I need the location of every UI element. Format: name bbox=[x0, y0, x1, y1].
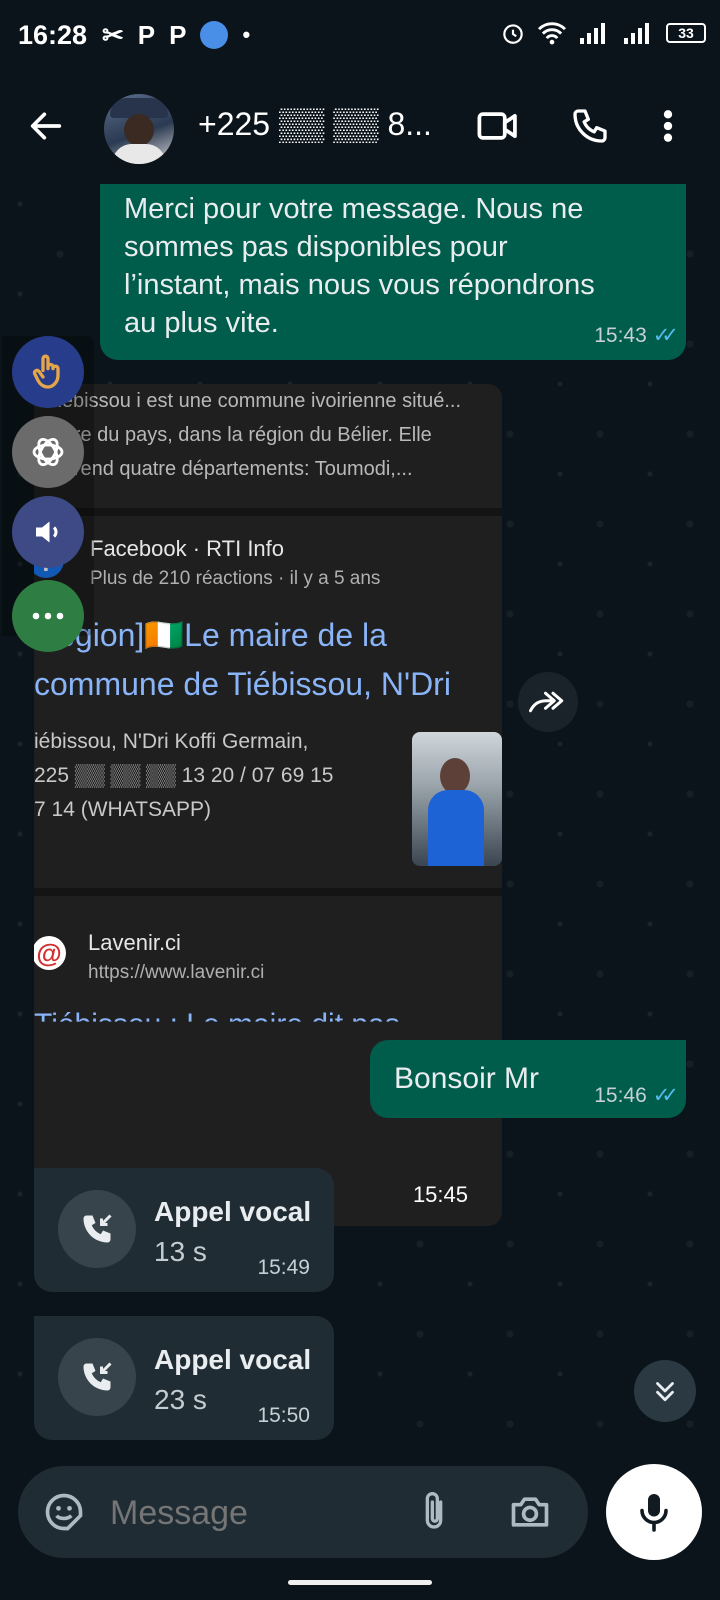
more-notifications-dot: • bbox=[242, 22, 251, 47]
call-log-message-2[interactable]: Appel vocal 23 s 15:50 bbox=[34, 1316, 334, 1440]
message-time: 15:43 bbox=[594, 324, 647, 347]
back-button[interactable] bbox=[26, 106, 66, 151]
incoming-call-icon bbox=[83, 1362, 112, 1391]
source-name: Facebook · RTI Info bbox=[90, 536, 285, 561]
message-auto-reply[interactable]: Merci pour votre message. Nous ne sommes… bbox=[100, 184, 686, 360]
more-tools-button[interactable] bbox=[12, 580, 84, 652]
battery-indicator: 33 bbox=[666, 23, 706, 43]
parking-app-icon-2: P bbox=[169, 20, 187, 50]
headline-line-2: commune de Tiébissou, N'Dri bbox=[34, 666, 451, 702]
camera-button[interactable] bbox=[508, 1490, 552, 1539]
source-meta: Plus de 210 réactions · il y a 5 ans bbox=[90, 568, 381, 589]
message-input[interactable] bbox=[108, 1486, 392, 1540]
openai-icon bbox=[32, 437, 64, 467]
message-time: 15:45 bbox=[412, 1182, 468, 1207]
status-bar: 16:28 ✂ P P • 33 bbox=[0, 0, 720, 72]
hand-pointer-icon bbox=[32, 354, 60, 389]
phone-icon bbox=[573, 109, 607, 143]
microphone-icon bbox=[640, 1494, 668, 1532]
home-gesture-handle[interactable] bbox=[288, 1580, 432, 1585]
overflow-menu-button[interactable] bbox=[660, 106, 676, 151]
parking-app-icon: P bbox=[137, 20, 156, 50]
incoming-call-icon bbox=[83, 1214, 112, 1243]
arrow-left-icon bbox=[30, 112, 62, 140]
speaker-icon bbox=[36, 521, 58, 543]
call-title: Appel vocal bbox=[154, 1344, 312, 1375]
shared-image-snippet: Tiébissou i est une commune ivoirienne s… bbox=[46, 390, 462, 480]
missed-call-icon: ✂ bbox=[102, 20, 124, 50]
message-time: 15:49 bbox=[257, 1256, 310, 1279]
call-duration: 13 s bbox=[154, 1236, 207, 1267]
message-text: Bonsoir Mr bbox=[394, 1062, 540, 1095]
status-system-icons: 33 bbox=[500, 20, 706, 46]
call-log-message[interactable]: Appel vocal 13 s 15:49 bbox=[34, 1168, 334, 1292]
chat-area[interactable]: Merci pour votre message. Nous ne sommes… bbox=[0, 184, 720, 1460]
cut-headline: Tiébissou : Le maire dit pas bbox=[34, 1008, 400, 1041]
source-url: https://www.lavenir.ci bbox=[88, 962, 265, 983]
incoming-call-icon-wrap bbox=[58, 1338, 136, 1416]
message-composer bbox=[18, 1466, 588, 1558]
more-horizontal-icon bbox=[32, 612, 64, 620]
status-time: 16:28 bbox=[18, 20, 88, 50]
message-time: 15:50 bbox=[257, 1404, 310, 1427]
scroll-to-bottom-button[interactable] bbox=[634, 1360, 696, 1422]
emoji-button[interactable] bbox=[42, 1490, 86, 1539]
more-vertical-icon bbox=[663, 110, 673, 142]
voice-call-button[interactable] bbox=[570, 106, 610, 151]
contact-name[interactable]: +225 ▒▒ ▒▒ 8... bbox=[198, 106, 438, 143]
read-receipt-icon: ✓✓ bbox=[652, 1084, 679, 1107]
read-aloud-button[interactable] bbox=[12, 496, 84, 568]
body-line-3: 7 14 (WHATSAPP) bbox=[34, 798, 211, 821]
forward-icon bbox=[529, 691, 564, 713]
signal-icon-2 bbox=[624, 23, 649, 44]
call-title: Appel vocal bbox=[154, 1196, 312, 1227]
video-camera-icon bbox=[477, 112, 517, 140]
message-text: Merci pour votre message. Nous ne sommes… bbox=[124, 193, 595, 339]
call-duration: 23 s bbox=[154, 1384, 207, 1415]
chat-header: +225 ▒▒ ▒▒ 8... bbox=[0, 72, 720, 184]
message-app-icon bbox=[200, 21, 229, 49]
body-line-2: 225 ▒▒ ▒▒ ▒▒ 13 20 / 07 69 15 bbox=[34, 764, 334, 787]
paperclip-icon bbox=[425, 1492, 443, 1529]
alarm-icon bbox=[503, 24, 523, 44]
attach-button[interactable] bbox=[414, 1488, 454, 1541]
signal-icon bbox=[580, 23, 605, 44]
video-call-button[interactable] bbox=[476, 106, 520, 151]
touch-tool-button[interactable] bbox=[12, 336, 84, 408]
system-navigation-bar bbox=[0, 1564, 720, 1600]
sticker-icon bbox=[45, 1493, 83, 1531]
message-time: 15:46 bbox=[594, 1084, 647, 1107]
body-line-1: iébissou, N'Dri Koffi Germain, bbox=[34, 730, 309, 753]
message-greeting[interactable]: Bonsoir Mr 15:46 ✓✓ bbox=[370, 1040, 686, 1118]
ai-assistant-button[interactable] bbox=[12, 416, 84, 488]
incoming-call-icon-wrap bbox=[58, 1190, 136, 1268]
lavenir-logo-icon: @ bbox=[34, 936, 66, 970]
wifi-icon bbox=[537, 22, 567, 45]
contact-avatar[interactable] bbox=[104, 94, 174, 164]
voice-record-button[interactable] bbox=[606, 1464, 702, 1560]
news-thumbnail bbox=[412, 732, 502, 866]
camera-icon bbox=[511, 1497, 549, 1527]
read-receipt-icon: ✓✓ bbox=[652, 324, 679, 347]
status-notification-icons: ✂ P P • bbox=[102, 20, 250, 50]
double-chevron-down-icon bbox=[656, 1382, 674, 1402]
source-name-2: Lavenir.ci bbox=[88, 930, 181, 955]
forward-button[interactable] bbox=[518, 672, 578, 732]
